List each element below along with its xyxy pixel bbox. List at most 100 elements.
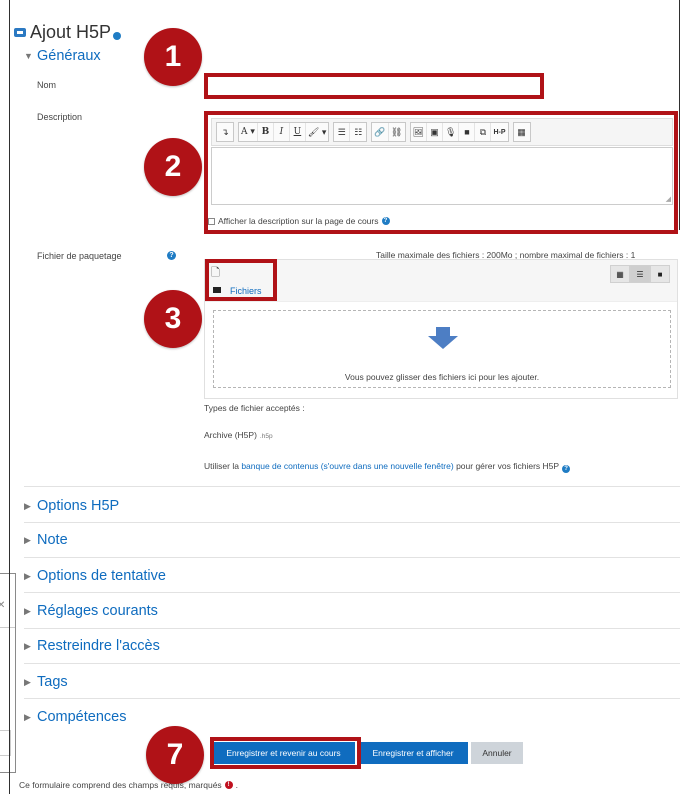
- font-color-button[interactable]: 🖌 ▾: [306, 123, 328, 141]
- download-arrow-icon: [436, 327, 450, 336]
- callout-1: 1: [144, 28, 202, 86]
- file-drop-zone[interactable]: Vous pouvez glisser des fichiers ici pou…: [213, 310, 671, 388]
- image-button[interactable]: 🖼: [411, 123, 427, 141]
- callout-7: 7: [146, 726, 204, 784]
- section-options-tentative-label: Options de tentative: [37, 568, 166, 584]
- page-title-text: Ajout H5P: [30, 22, 112, 42]
- save-display-button[interactable]: Enregistrer et afficher: [358, 742, 468, 764]
- resize-grip-icon[interactable]: ◢: [666, 195, 671, 203]
- caret-right-icon: ▶: [24, 676, 31, 687]
- toolbar-group-style: A ▾ B I U 🖌 ▾: [238, 122, 330, 142]
- background-window-fragment: ✕: [0, 573, 16, 773]
- save-return-highlight: [210, 737, 361, 769]
- drop-zone-text: Vous pouvez glisser des fichiers ici pou…: [344, 372, 540, 382]
- divider: [24, 486, 680, 487]
- fichier-label: Fichier de paquetage: [37, 251, 122, 261]
- file-picker-highlight: [205, 259, 277, 301]
- help-icon[interactable]: [113, 31, 122, 40]
- view-switcher: ▦ ☰ ■: [610, 265, 670, 283]
- description-label: Description: [37, 112, 83, 122]
- toolbar-group-links: 🔗 ⛓: [371, 122, 406, 142]
- section-generaux-label: Généraux: [37, 48, 101, 64]
- close-icon: ✕: [0, 600, 6, 611]
- caret-right-icon: ▶: [24, 534, 31, 545]
- caret-right-icon: ▶: [24, 640, 31, 651]
- section-options-tentative[interactable]: ▶ Options de tentative: [24, 568, 166, 584]
- toolbar-group-collapse: ↴: [216, 122, 234, 142]
- toolbar-group-media: 🖼 ▣ 🎙 ■ ⧉ H-P: [409, 122, 509, 142]
- paragraph-style-button[interactable]: A ▾: [239, 123, 258, 141]
- editor-toolbar: ↴ A ▾ B I U 🖌 ▾ ☰ ☷ 🔗 ⛓ 🖼 ▣ 🎙 ■ ⧉ H-P ▦: [211, 118, 673, 146]
- manage-files-button[interactable]: ⧉: [475, 123, 492, 141]
- section-note[interactable]: ▶ Note: [24, 532, 68, 548]
- nom-label: Nom: [37, 80, 57, 90]
- section-competences[interactable]: ▶ Compétences: [24, 709, 126, 725]
- description-textarea[interactable]: ◢: [211, 147, 673, 205]
- window-border-left: [9, 0, 10, 794]
- file-picker: 🗋 Fichiers ▦ ☰ ■ Vous pouvez glisser des…: [204, 259, 678, 399]
- show-description-row: Afficher la description sur la page de c…: [208, 216, 390, 226]
- help-icon[interactable]: ?: [167, 251, 176, 260]
- show-description-label: Afficher la description sur la page de c…: [218, 216, 379, 226]
- section-reglages-courants[interactable]: ▶ Réglages courants: [24, 603, 158, 619]
- section-options-h5p-label: Options H5P: [37, 498, 120, 514]
- section-tags[interactable]: ▶ Tags: [24, 674, 68, 690]
- content-bank-link[interactable]: banque de contenus (s'ouvre dans une nou…: [241, 461, 453, 471]
- caret-down-icon: ▼: [24, 51, 33, 61]
- section-restreindre[interactable]: ▶ Restreindre l'accès: [24, 638, 160, 654]
- section-note-label: Note: [37, 532, 68, 548]
- callout-3: 3: [144, 290, 202, 348]
- media-button[interactable]: ▣: [427, 123, 443, 141]
- download-arrow-head: [428, 336, 458, 349]
- bold-button[interactable]: B: [258, 123, 274, 141]
- callout-2: 2: [144, 138, 202, 196]
- h5p-button[interactable]: H-P: [491, 123, 507, 141]
- section-options-h5p[interactable]: ▶ Options H5P: [24, 498, 119, 514]
- divider: [24, 628, 680, 629]
- page-title: Ajout H5P: [14, 22, 122, 43]
- accepted-type: Archive (H5P) .h5p: [204, 430, 273, 440]
- accepted-type-name: Archive (H5P): [204, 430, 257, 440]
- tree-view-icon[interactable]: ■: [650, 265, 670, 283]
- divider: [24, 698, 680, 699]
- section-reglages-courants-label: Réglages courants: [37, 603, 158, 619]
- nom-input[interactable]: [204, 73, 544, 99]
- section-generaux[interactable]: ▼ Généraux: [24, 48, 101, 64]
- required-fields-note: Ce formulaire comprend des champs requis…: [19, 780, 238, 790]
- h5p-add-form-page: ✕ Ajout H5P ▼ Généraux Nom Description ↴…: [0, 0, 681, 794]
- divider: [0, 627, 15, 628]
- unlink-button[interactable]: ⛓: [389, 123, 405, 141]
- caret-right-icon: ▶: [24, 711, 31, 722]
- underline-button[interactable]: U: [290, 123, 306, 141]
- list-view-icon[interactable]: ☰: [630, 265, 650, 283]
- cancel-button[interactable]: Annuler: [471, 742, 523, 764]
- help-icon[interactable]: ?: [381, 217, 390, 225]
- record-audio-button[interactable]: 🎙: [443, 123, 460, 141]
- caret-right-icon: ▶: [24, 500, 31, 511]
- ordered-list-button[interactable]: ☷: [350, 123, 366, 141]
- required-icon: !: [224, 781, 233, 789]
- help-icon[interactable]: ?: [562, 465, 571, 473]
- show-description-checkbox[interactable]: [208, 217, 215, 225]
- accessibility-checker-button[interactable]: ▦: [514, 123, 530, 141]
- unordered-list-button[interactable]: ☰: [334, 123, 351, 141]
- caret-right-icon: ▶: [24, 570, 31, 581]
- section-restreindre-label: Restreindre l'accès: [37, 638, 160, 654]
- divider: [24, 557, 680, 558]
- divider: [24, 663, 680, 664]
- section-competences-label: Compétences: [37, 709, 127, 725]
- collapse-toolbar-button[interactable]: ↴: [217, 123, 233, 141]
- italic-button[interactable]: I: [274, 123, 290, 141]
- grid-view-icon[interactable]: ▦: [610, 265, 630, 283]
- h5p-module-icon: [14, 28, 26, 37]
- description-editor[interactable]: ↴ A ▾ B I U 🖌 ▾ ☰ ☷ 🔗 ⛓ 🖼 ▣ 🎙 ■ ⧉ H-P ▦ …: [204, 111, 678, 234]
- required-fields-suffix: .: [235, 780, 239, 790]
- link-button[interactable]: 🔗: [372, 123, 389, 141]
- window-border-right: [679, 0, 680, 230]
- caret-right-icon: ▶: [24, 605, 31, 616]
- accepted-type-ext: .h5p: [259, 433, 273, 440]
- record-video-button[interactable]: ■: [459, 123, 476, 141]
- content-bank-row: Utiliser la banque de contenus (s'ouvre …: [204, 461, 571, 473]
- divider: [24, 592, 680, 593]
- section-tags-label: Tags: [37, 674, 68, 690]
